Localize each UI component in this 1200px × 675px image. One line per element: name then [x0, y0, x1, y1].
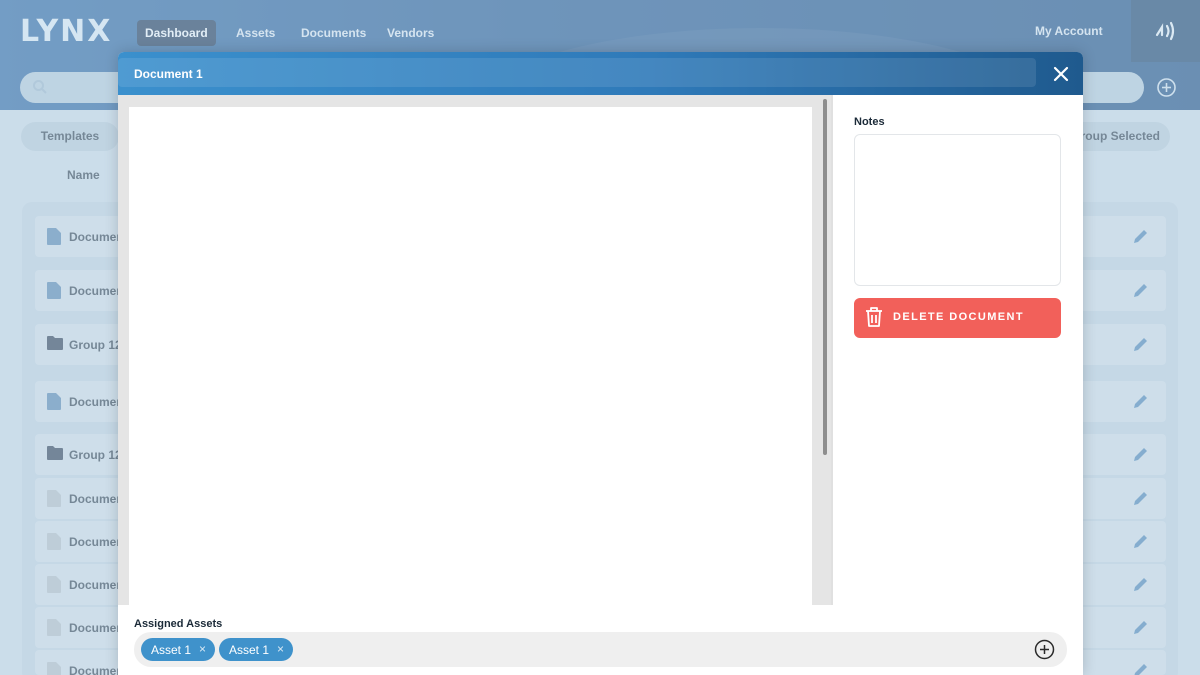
- modal-title-bar: [118, 58, 1036, 87]
- asset-chip-label: Asset 1: [151, 643, 192, 657]
- panel-divider: [831, 95, 833, 605]
- assigned-assets-label: Assigned Assets: [134, 618, 223, 630]
- asset-chip[interactable]: Asset 1 ×: [141, 638, 215, 661]
- document-page: [129, 107, 812, 607]
- asset-chip-label: Asset 1: [229, 643, 270, 657]
- remove-asset-icon[interactable]: ×: [199, 642, 206, 656]
- document-modal: Document 1 Notes DELETE DOCUMENT Assigne…: [118, 52, 1083, 675]
- assigned-assets-field[interactable]: Asset 1 × Asset 1 ×: [134, 632, 1067, 667]
- modal-title: Document 1: [134, 67, 203, 81]
- notes-textarea[interactable]: [854, 134, 1061, 286]
- remove-asset-icon[interactable]: ×: [277, 642, 284, 656]
- scrollbar-thumb[interactable]: [823, 99, 827, 455]
- trash-icon: [866, 307, 882, 327]
- asset-chip[interactable]: Asset 1 ×: [219, 638, 293, 661]
- add-asset-icon[interactable]: [1034, 639, 1055, 660]
- modal-header: Document 1: [118, 52, 1083, 95]
- delete-document-button[interactable]: DELETE DOCUMENT: [854, 298, 1061, 338]
- delete-document-label: DELETE DOCUMENT: [893, 311, 1024, 323]
- assigned-assets-section: Assigned Assets Asset 1 × Asset 1 ×: [118, 605, 1083, 675]
- close-icon[interactable]: [1052, 65, 1070, 83]
- notes-label: Notes: [854, 116, 885, 128]
- document-preview: [118, 95, 831, 607]
